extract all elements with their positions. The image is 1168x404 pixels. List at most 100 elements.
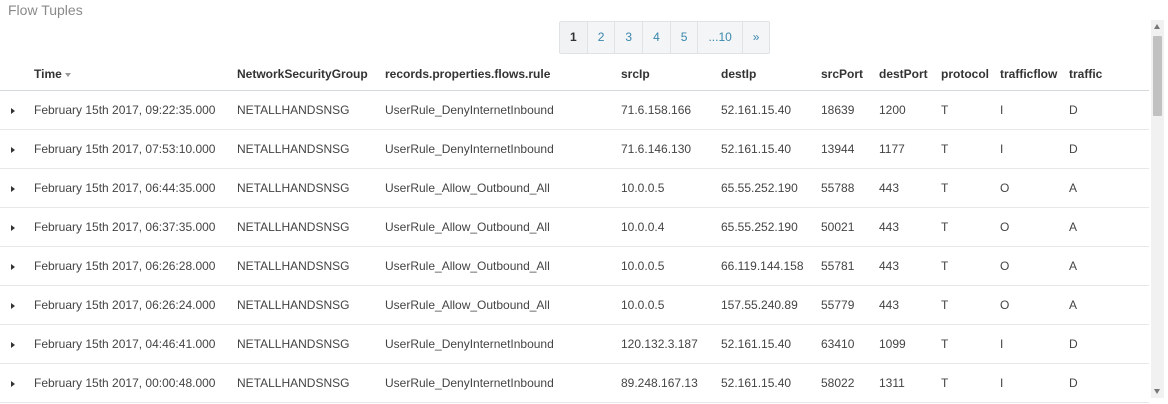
cell-protocol: T [941,207,1000,247]
cell-nsg: NETALLHANDSNSG [237,324,385,364]
expand-cell[interactable] [0,90,34,130]
column-header-srcport[interactable]: srcPort [821,58,879,91]
table-body: February 15th 2017, 09:22:35.000 NETALLHA… [0,90,1149,403]
cell-time: February 15th 2017, 07:53:10.000 [34,129,237,169]
caret-right-icon[interactable] [11,264,15,270]
cell-destip: 52.161.15.40 [721,90,821,130]
column-header-trafficflow[interactable]: trafficflow [1000,58,1069,91]
caret-right-icon[interactable] [11,186,15,192]
page-4-button[interactable]: 4 [642,22,670,53]
cell-srcip: 10.0.0.5 [621,285,721,325]
expand-cell[interactable] [0,207,34,247]
page-2-button[interactable]: 2 [586,22,615,53]
cell-srcport: 55779 [821,285,879,325]
table-row[interactable]: February 15th 2017, 06:44:35.000 NETALLHA… [0,168,1149,208]
expand-cell[interactable] [0,285,34,325]
table-row[interactable]: February 15th 2017, 07:53:10.000 NETALLHA… [0,129,1149,169]
cell-time: February 15th 2017, 04:46:41.000 [34,324,237,364]
column-header-rule[interactable]: records.properties.flows.rule [385,58,621,91]
cell-protocol: T [941,168,1000,208]
cell-destip: 52.161.15.40 [721,129,821,169]
expand-cell[interactable] [0,246,34,286]
flow-tuples-table: Time NetworkSecurityGroup records.proper… [0,58,1149,403]
expand-cell[interactable] [0,129,34,169]
cell-destip: 52.161.15.40 [721,363,821,403]
cell-srcport: 50021 [821,207,879,247]
flow-tuples-table-container: Time NetworkSecurityGroup records.proper… [0,58,1149,404]
page-3-button[interactable]: 3 [614,22,642,53]
cell-trafficflow: I [1000,90,1069,130]
cell-nsg: NETALLHANDSNSG [237,207,385,247]
caret-right-icon[interactable] [11,342,15,348]
table-row[interactable]: February 15th 2017, 04:46:41.000 NETALLHA… [0,324,1149,364]
cell-srcport: 55788 [821,168,879,208]
table-row[interactable]: February 15th 2017, 06:26:24.000 NETALLHA… [0,285,1149,325]
cell-time: February 15th 2017, 06:26:24.000 [34,285,237,325]
cell-rule: UserRule_DenyInternetInbound [385,90,621,130]
caret-right-icon[interactable] [11,147,15,153]
column-header-traffic[interactable]: traffic [1069,58,1149,91]
cell-trafficflow: O [1000,207,1069,247]
cell-rule: UserRule_DenyInternetInbound [385,363,621,403]
table-row[interactable]: February 15th 2017, 06:26:28.000 NETALLHA… [0,246,1149,286]
column-header-nsg[interactable]: NetworkSecurityGroup [237,58,385,91]
cell-nsg: NETALLHANDSNSG [237,129,385,169]
cell-trafficflow: I [1000,129,1069,169]
cell-srcip: 71.6.146.130 [621,129,721,169]
cell-srcip: 10.0.0.5 [621,168,721,208]
cell-protocol: T [941,285,1000,325]
cell-destip: 65.55.252.190 [721,168,821,208]
cell-nsg: NETALLHANDSNSG [237,168,385,208]
cell-srcport: 13944 [821,129,879,169]
cell-destip: 157.55.240.89 [721,285,821,325]
scroll-down-arrow-icon[interactable] [1154,389,1160,394]
column-header-protocol[interactable]: protocol [941,58,1000,91]
cell-protocol: T [941,363,1000,403]
sort-desc-icon[interactable] [64,72,71,77]
table-row[interactable]: February 15th 2017, 00:00:48.000 NETALLHA… [0,363,1149,403]
page-10-button[interactable]: ...10 [697,22,741,53]
cell-traffic: A [1069,207,1149,247]
cell-rule: UserRule_Allow_Outbound_All [385,168,621,208]
vertical-scrollbar[interactable] [1151,20,1164,398]
caret-right-icon[interactable] [11,381,15,387]
panel-title: Flow Tuples [8,2,83,18]
next-page-button[interactable]: » [741,22,770,53]
column-header-destip[interactable]: destIp [721,58,821,91]
cell-rule: UserRule_DenyInternetInbound [385,324,621,364]
cell-destport: 1177 [879,129,941,169]
caret-right-icon[interactable] [11,108,15,114]
column-header-srcip[interactable]: srcIp [621,58,721,91]
cell-trafficflow: I [1000,363,1069,403]
scroll-up-arrow-icon[interactable] [1154,24,1160,29]
caret-right-icon[interactable] [11,225,15,231]
column-label: Time [34,67,62,81]
cell-time: February 15th 2017, 06:44:35.000 [34,168,237,208]
cell-traffic: A [1069,285,1149,325]
page-5-button[interactable]: 5 [669,22,698,53]
cell-srcip: 10.0.0.5 [621,246,721,286]
caret-right-icon[interactable] [11,303,15,309]
cell-trafficflow: O [1000,246,1069,286]
expand-cell[interactable] [0,363,34,403]
cell-time: February 15th 2017, 06:37:35.000 [34,207,237,247]
cell-destip: 66.119.144.158 [721,246,821,286]
cell-traffic: A [1069,168,1149,208]
cell-srcport: 18639 [821,90,879,130]
table-row[interactable]: February 15th 2017, 09:22:35.000 NETALLHA… [0,90,1149,130]
scrollbar-thumb[interactable] [1153,36,1162,116]
column-header-destport[interactable]: destPort [879,58,941,91]
cell-trafficflow: O [1000,168,1069,208]
expand-cell[interactable] [0,324,34,364]
cell-srcport: 55781 [821,246,879,286]
cell-traffic: D [1069,324,1149,364]
cell-srcip: 120.132.3.187 [621,324,721,364]
expand-cell[interactable] [0,168,34,208]
cell-destport: 1200 [879,90,941,130]
column-header-time[interactable]: Time [34,58,237,91]
cell-protocol: T [941,129,1000,169]
page-1-button[interactable]: 1 [560,22,587,53]
pagination: 1 2 3 4 5 ...10 » [559,21,771,54]
table-row[interactable]: February 15th 2017, 06:37:35.000 NETALLHA… [0,207,1149,247]
cell-nsg: NETALLHANDSNSG [237,363,385,403]
